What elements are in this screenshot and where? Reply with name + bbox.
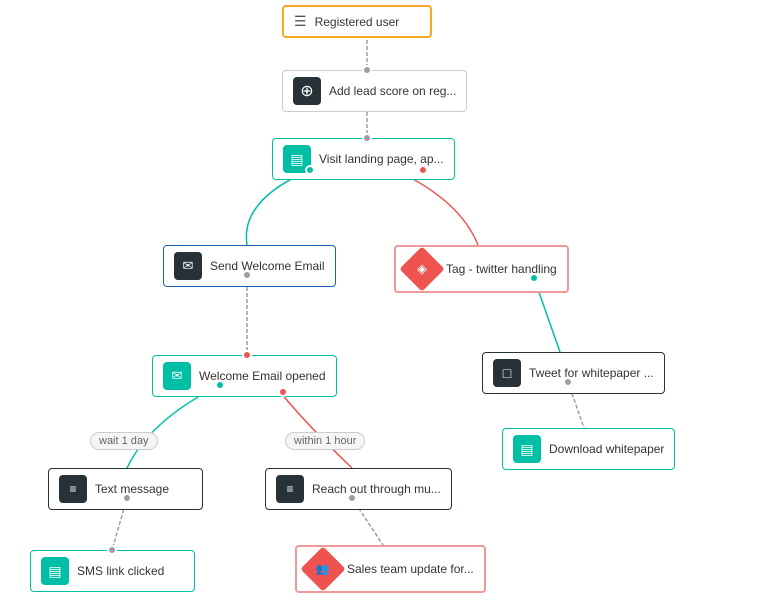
wait-label-day: wait 1 day [90, 432, 158, 450]
textmsg-label: Text message [95, 482, 169, 496]
dot-twitter-bottom [529, 273, 539, 283]
salesteam-icon: 👥 [316, 562, 330, 575]
salesteam-label: Sales team update for... [347, 562, 474, 576]
wait-hour-text: within 1 hour [294, 435, 356, 447]
sms-icon [48, 563, 61, 580]
node-download[interactable]: Download whitepaper [502, 428, 675, 470]
form-icon [290, 151, 303, 168]
welcomeemail-icon-box [174, 252, 202, 280]
welcomeemail-label: Send Welcome Email [210, 259, 325, 273]
email-icon [183, 258, 194, 274]
dot-emailopened-bottom-right [278, 387, 288, 397]
textmsg-icon-box: ≡ [59, 475, 87, 503]
smsclicked-icon-box [41, 557, 69, 585]
wait-label-hour: within 1 hour [285, 432, 365, 450]
smsclicked-label: SMS link clicked [77, 564, 164, 578]
node-landing[interactable]: Visit landing page, ap... [272, 138, 455, 180]
node-tweet[interactable]: □ Tweet for whitepaper ... [482, 352, 665, 394]
node-smsclicked[interactable]: SMS link clicked [30, 550, 195, 592]
node-registered[interactable]: Registered user [282, 5, 432, 38]
registered-label: Registered user [315, 15, 400, 29]
tag-icon: ◈ [417, 261, 427, 277]
node-textmsg[interactable]: ≡ Text message [48, 468, 203, 510]
wait-day-text: wait 1 day [99, 435, 149, 447]
dot-sms-top [107, 545, 117, 555]
twitter-label: Tag - twitter handling [446, 262, 557, 276]
dot-landing-right [418, 165, 428, 175]
leadscore-label: Add lead score on reg... [329, 84, 456, 98]
dot-emailopened-left [242, 350, 252, 360]
reachout-label: Reach out through mu... [312, 482, 441, 496]
dot-reachout-bottom [347, 493, 357, 503]
dot-welcome-bottom [242, 270, 252, 280]
tweet-icon: □ [503, 365, 511, 381]
download-label: Download whitepaper [549, 442, 664, 456]
dot-emailopened-bottom-left [215, 380, 225, 390]
circle-plus-icon [300, 81, 313, 101]
node-twitter[interactable]: ◈ Tag - twitter handling [394, 245, 569, 293]
landing-label: Visit landing page, ap... [319, 152, 444, 166]
emailopened-icon-box [163, 362, 191, 390]
tweet-icon-box: □ [493, 359, 521, 387]
dot-landing-left [305, 165, 315, 175]
node-emailopened[interactable]: Welcome Email opened [152, 355, 337, 397]
email-opened-icon [172, 368, 183, 384]
dot-landing-top [362, 133, 372, 143]
download-icon-box [513, 435, 541, 463]
leadscore-icon-box [293, 77, 321, 105]
dot-tweet-bottom [563, 377, 573, 387]
node-reachout[interactable]: ≡ Reach out through mu... [265, 468, 452, 510]
reachout-icon-box: ≡ [276, 475, 304, 503]
reachout-icon: ≡ [286, 482, 293, 496]
node-welcomeemail[interactable]: Send Welcome Email [163, 245, 336, 287]
download-icon [520, 441, 533, 458]
dot-textmsg-bottom [122, 493, 132, 503]
node-leadscore[interactable]: Add lead score on reg... [282, 70, 467, 112]
workflow-canvas: wait 1 day within 1 hour Registered user… [0, 0, 757, 603]
list-icon [294, 13, 307, 30]
chat-icon: ≡ [69, 482, 76, 496]
node-salesteam[interactable]: 👥 Sales team update for... [295, 545, 486, 593]
dot-leadscore-top [362, 65, 372, 75]
tweet-label: Tweet for whitepaper ... [529, 366, 654, 380]
